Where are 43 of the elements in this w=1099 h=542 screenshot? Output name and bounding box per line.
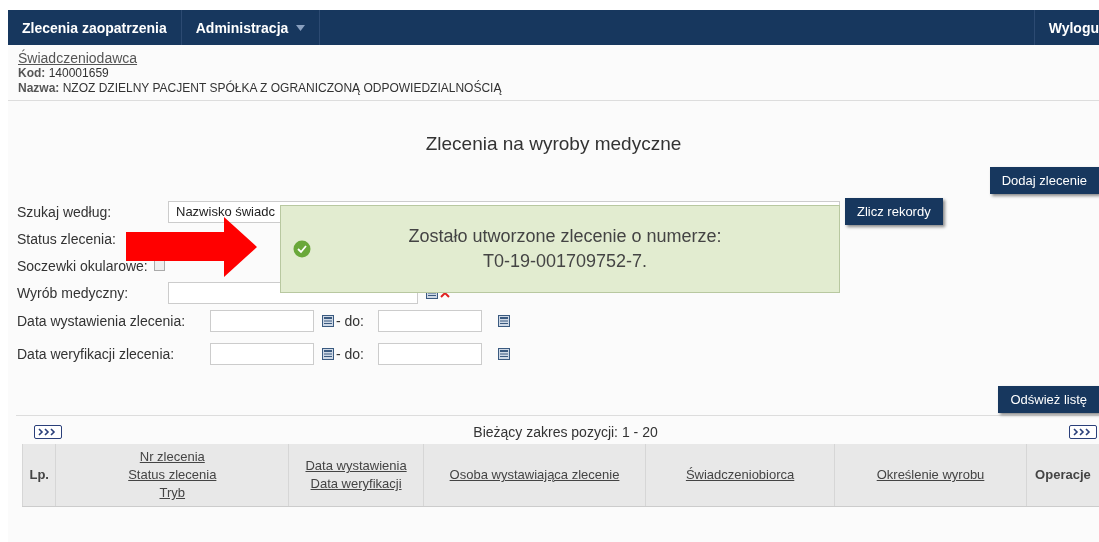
field-label: Wyrób medyczny: — [17, 284, 130, 301]
column-header[interactable]: Określenie wyrobu — [834, 444, 1027, 507]
nav-menu-item[interactable]: Administracja — [181, 10, 321, 45]
checkmark-icon — [293, 240, 311, 258]
column-header: Operacje — [1026, 444, 1099, 507]
add-order-button[interactable]: Dodaj zlecenie — [989, 167, 1099, 194]
calendar-icon[interactable] — [322, 348, 334, 360]
field-label: Soczewki okularowe: — [17, 257, 148, 274]
page-title: Zlecenia na wyroby medyczne — [424, 133, 683, 155]
field-label: Kod: — [18, 66, 46, 80]
column-header[interactable]: Osoba wystawiająca zlecenie — [423, 444, 646, 507]
field-label: Status zlecenia: — [17, 230, 116, 247]
refresh-button[interactable]: Odśwież listę — [998, 386, 1099, 413]
next-page-button[interactable] — [1069, 425, 1097, 439]
checkbox[interactable] — [153, 260, 165, 271]
toast-message: T0-19-001709752-7. — [481, 250, 649, 273]
field-label: - do: — [336, 346, 365, 362]
nav-menu-item[interactable]: Zlecenia zaopatrzenia — [8, 10, 182, 45]
calendar-icon[interactable] — [498, 348, 510, 360]
provider-link[interactable]: Świadczeniodawca — [18, 51, 1089, 66]
calendar-icon[interactable] — [498, 315, 510, 327]
date-field[interactable] — [210, 310, 314, 332]
count-button[interactable]: Zlicz rekordy — [845, 198, 943, 225]
field-label: - do: — [336, 313, 365, 329]
column-header[interactable]: Świadczeniobiorca — [645, 444, 835, 507]
field-label: Szukaj według: — [17, 203, 113, 220]
column-header[interactable]: Data wystawienia Data weryfikacji — [288, 444, 424, 507]
field-label: Nazwa: — [18, 81, 60, 95]
date-field[interactable] — [378, 310, 482, 332]
range-text: Bieżący zakres pozycji: 1 - 20 — [473, 424, 658, 440]
logout-link[interactable]: Wylogu — [1033, 10, 1099, 45]
date-field[interactable] — [210, 343, 314, 365]
column-header: Lp. — [22, 444, 56, 507]
field-label: Data wystawienia zlecenia: — [17, 313, 187, 329]
field-value: NZOZ DZIELNY PACJENT SPÓŁKA Z OGRANICZONĄ ODPOWIEDZIALNOŚCIĄ — [62, 81, 502, 95]
next-page-button[interactable] — [34, 425, 62, 439]
field-value: 140001659 — [48, 66, 109, 80]
date-field[interactable] — [378, 343, 482, 365]
column-header[interactable]: Nr zlecenia Status zlecenia Tryb — [55, 444, 289, 507]
field-label: Data weryfikacji zlecenia: — [17, 346, 176, 362]
caret-icon — [296, 24, 306, 31]
toast-message: Zostało utworzone zlecenie o numerze: — [407, 225, 723, 248]
calendar-icon[interactable] — [322, 315, 334, 327]
